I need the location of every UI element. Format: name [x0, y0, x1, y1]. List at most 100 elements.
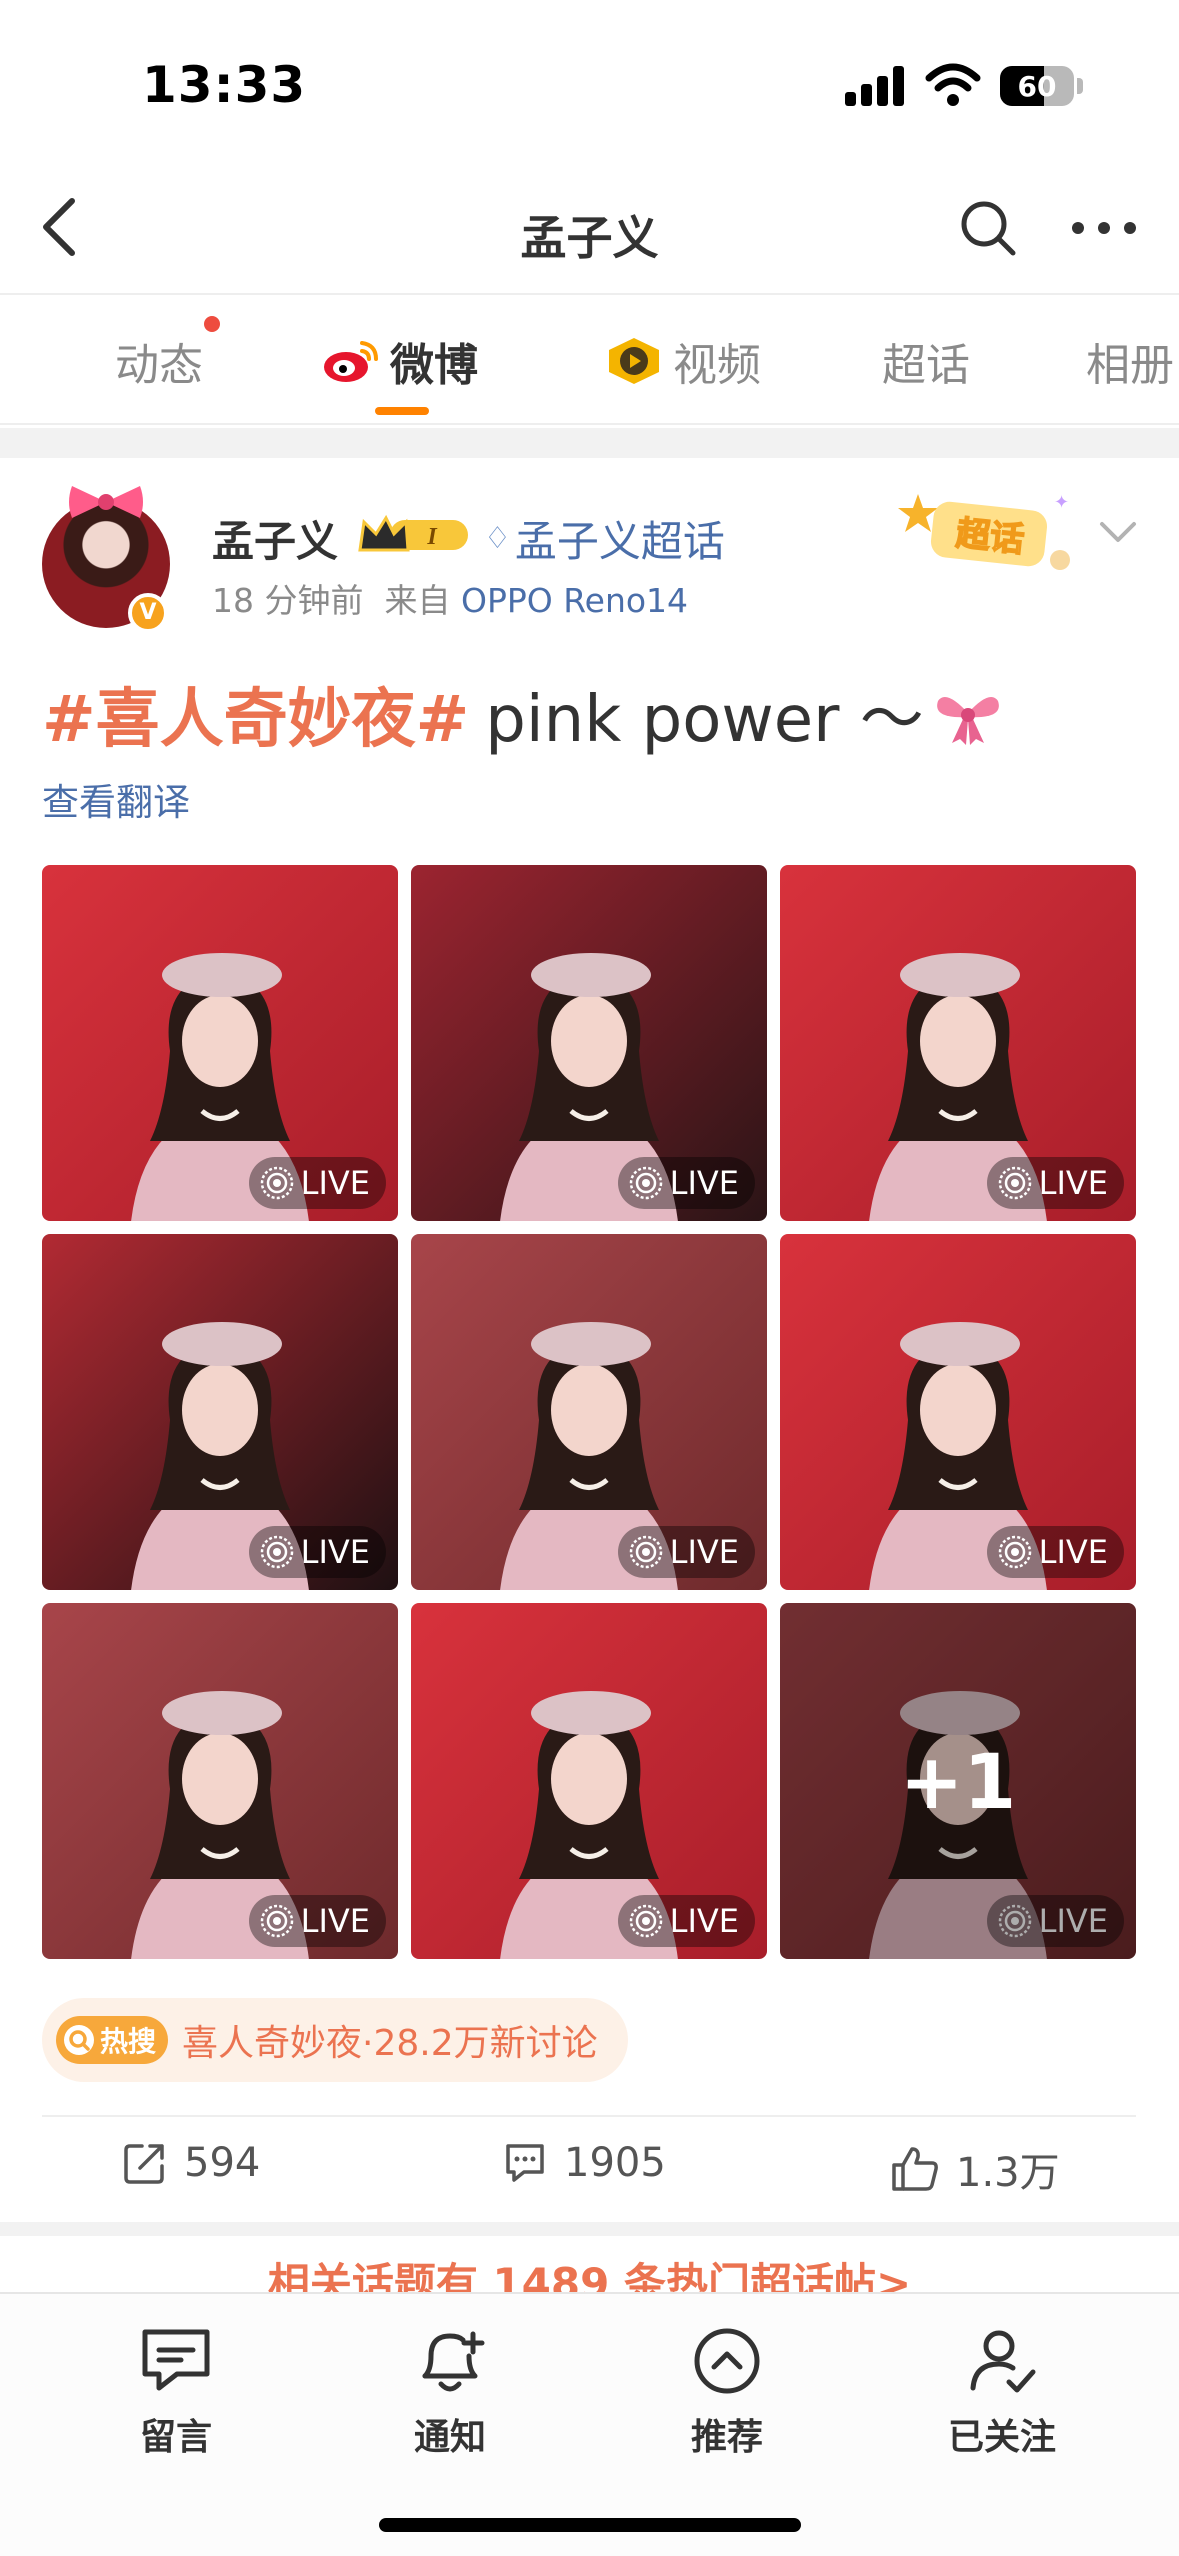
- post-actions: 594 1905 1.3万: [0, 2118, 1179, 2222]
- bottom-message-button[interactable]: 留言: [96, 2322, 256, 2460]
- live-badge: LIVE: [248, 1526, 386, 1578]
- diamond-icon: ♢: [484, 521, 511, 556]
- tab-weibo[interactable]: 微博: [322, 331, 478, 391]
- live-badge: LIVE: [986, 1157, 1124, 1209]
- source-prefix: 来自: [384, 581, 451, 620]
- vip-crown-badge-icon[interactable]: I: [356, 510, 472, 558]
- comment-icon: [506, 2144, 544, 2182]
- tab-chaohua[interactable]: 超话: [882, 331, 970, 391]
- battery-percent: 60: [1017, 70, 1057, 103]
- live-label: LIVE: [669, 1164, 739, 1202]
- chaohua-badge[interactable]: 超话 ✦: [898, 488, 1082, 576]
- sparkle-icon: ✦: [1054, 492, 1069, 513]
- hashtag-link[interactable]: #喜人奇妙夜#: [42, 668, 469, 760]
- divider: [42, 2115, 1136, 2117]
- bottom-recommend-button[interactable]: 推荐: [647, 2322, 807, 2460]
- dot-icon: [1098, 222, 1110, 234]
- section-divider: [0, 2222, 1179, 2236]
- translate-link[interactable]: 查看翻译: [42, 772, 190, 826]
- post-time: 18 分钟前: [212, 581, 364, 620]
- tab-label: 视频: [673, 340, 761, 391]
- profile-tabs: 动态 微博 视频 超话 相册: [0, 297, 1179, 425]
- hot-search-topic: 喜人奇妙夜: [182, 2023, 363, 2064]
- live-photo-icon: [260, 1535, 293, 1569]
- live-label: LIVE: [300, 1902, 370, 1940]
- hot-search-tag[interactable]: 热搜 喜人奇妙夜 ·28.2万新讨论: [42, 1998, 628, 2082]
- live-badge: LIVE: [617, 1895, 755, 1947]
- photo-thumbnail[interactable]: LIVE: [411, 1234, 767, 1590]
- chaohua-label: 超话: [954, 514, 1026, 561]
- post-body: pink power ～: [485, 683, 924, 757]
- verified-badge-icon: V: [128, 593, 168, 633]
- live-photo-icon: [629, 1904, 662, 1938]
- bow-decoration-icon: [69, 486, 143, 518]
- photo-thumbnail[interactable]: LIVE: [42, 865, 398, 1221]
- live-badge: LIVE: [248, 1157, 386, 1209]
- tab-label: 微博: [390, 340, 478, 391]
- photo-grid: LIVE LIVE LIVE LIVE LIVE LIVE LIVE LIVE LIVE +1: [42, 865, 1136, 1960]
- hot-search-count: ·28.2万新讨论: [362, 2023, 598, 2064]
- battery-tip: [1077, 78, 1083, 94]
- chevron-down-icon[interactable]: [1096, 514, 1140, 548]
- repost-count: 594: [184, 2140, 261, 2186]
- user-name[interactable]: 孟子义: [212, 508, 338, 569]
- photo-thumbnail[interactable]: LIVE: [780, 865, 1136, 1221]
- device-link[interactable]: OPPO Reno14: [461, 581, 688, 620]
- live-badge: LIVE: [617, 1526, 755, 1578]
- repost-icon: [124, 2144, 164, 2184]
- live-label: LIVE: [669, 1533, 739, 1571]
- notification-dot: [204, 316, 220, 332]
- bottom-notify-button[interactable]: 通知: [370, 2322, 530, 2460]
- active-tab-indicator: [375, 407, 429, 415]
- bottom-label: 推荐: [690, 2417, 763, 2458]
- dot-icon: [1072, 222, 1084, 234]
- tab-album[interactable]: 相册: [1086, 331, 1174, 391]
- tab-label: 超话: [882, 340, 970, 391]
- photo-thumbnail[interactable]: LIVE +1: [780, 1603, 1136, 1959]
- hot-search-chip-label: 热搜: [100, 2025, 157, 2058]
- tab-dongtai[interactable]: 动态: [115, 331, 203, 391]
- post-text: #喜人奇妙夜# pink power ～: [42, 668, 1004, 760]
- chevron-up-circle-icon: [694, 2328, 760, 2394]
- message-icon: [142, 2329, 210, 2391]
- section-divider: [0, 428, 1179, 458]
- post-meta: 18 分钟前 来自 OPPO Reno14: [212, 574, 688, 622]
- search-icon[interactable]: [958, 198, 1018, 258]
- comment-button[interactable]: 1905: [502, 2140, 666, 2186]
- bottom-label: 通知: [413, 2417, 486, 2458]
- bell-plus-icon: [422, 2331, 485, 2392]
- photo-thumbnail[interactable]: LIVE: [780, 1234, 1136, 1590]
- tab-label: 动态: [115, 340, 203, 391]
- live-photo-icon: [260, 1166, 293, 1200]
- bottom-label: 已关注: [947, 2417, 1056, 2458]
- live-label: LIVE: [1038, 1164, 1108, 1202]
- live-label: LIVE: [300, 1533, 370, 1571]
- like-button[interactable]: 1.3万: [890, 2140, 1060, 2198]
- like-count: 1.3万: [956, 2150, 1060, 2196]
- weibo-logo-icon: [324, 341, 378, 382]
- status-bar: 13:33 60: [0, 0, 1179, 160]
- photo-thumbnail[interactable]: LIVE: [411, 865, 767, 1221]
- tab-video[interactable]: 视频: [605, 331, 761, 391]
- live-photo-icon: [629, 1166, 662, 1200]
- bottom-bar: 留言 通知 推荐 已关注: [0, 2292, 1179, 2556]
- cellular-signal-icon: [845, 66, 905, 106]
- dot-icon: [1124, 222, 1136, 234]
- photo-thumbnail[interactable]: LIVE: [411, 1603, 767, 1959]
- supertopic-link[interactable]: ♢ 孟子义超话: [484, 508, 725, 569]
- repost-button[interactable]: 594: [122, 2140, 260, 2186]
- pink-bow-emoji-icon: [936, 697, 999, 745]
- live-photo-icon: [260, 1904, 293, 1938]
- battery-icon: 60: [1000, 66, 1074, 106]
- supertopic-label: 孟子义超话: [514, 517, 725, 566]
- photo-thumbnail[interactable]: LIVE: [42, 1603, 398, 1959]
- photo-thumbnail[interactable]: LIVE: [42, 1234, 398, 1590]
- live-photo-icon: [629, 1535, 662, 1569]
- video-icon: [609, 338, 659, 384]
- live-label: LIVE: [669, 1902, 739, 1940]
- nav-bar: 孟子义: [0, 160, 1179, 295]
- bottom-following-button[interactable]: 已关注: [922, 2322, 1082, 2460]
- search-icon: [64, 2025, 94, 2055]
- user-check-icon: [970, 2330, 1036, 2393]
- more-options-button[interactable]: [1072, 218, 1136, 238]
